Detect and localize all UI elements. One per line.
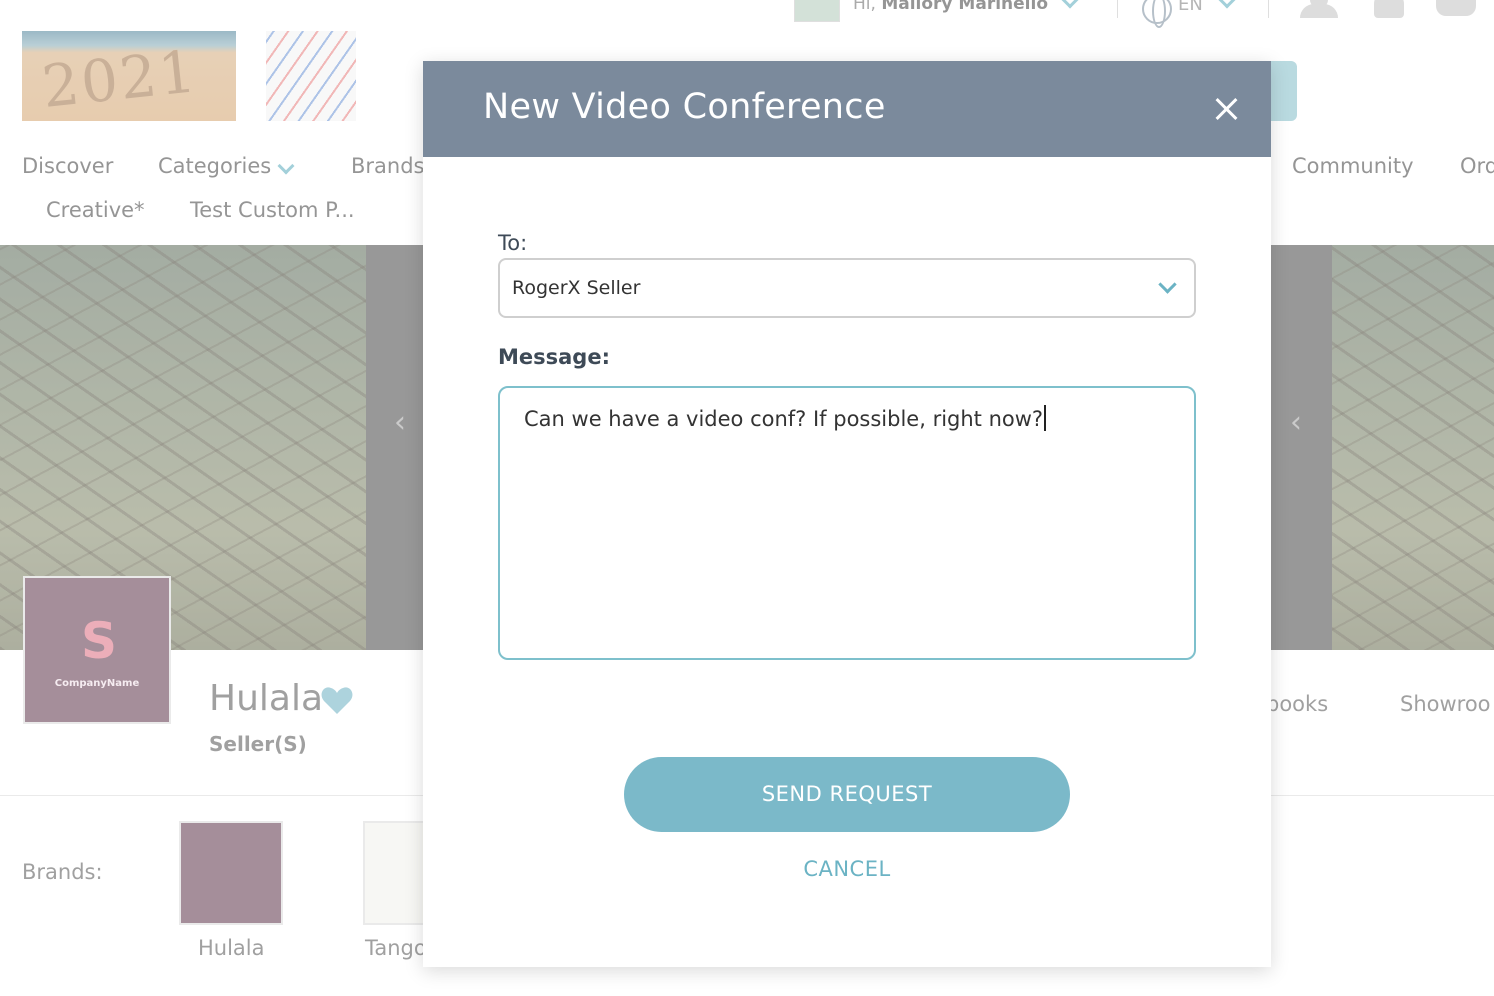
to-label: To:: [498, 231, 528, 255]
message-text: Can we have a video conf? If possible, r…: [524, 407, 1044, 431]
message-label: Message:: [498, 345, 610, 369]
close-icon[interactable]: [1211, 93, 1243, 125]
video-conference-dialog: New Video Conference To: RogerX Seller M…: [423, 61, 1271, 967]
message-textarea[interactable]: Can we have a video conf? If possible, r…: [498, 386, 1196, 660]
recipient-select[interactable]: RogerX Seller: [498, 258, 1196, 318]
chevron-down-icon: [1158, 275, 1177, 294]
text-cursor: [1044, 405, 1047, 431]
cancel-button[interactable]: CANCEL: [747, 857, 947, 887]
dialog-header: New Video Conference: [423, 61, 1271, 157]
send-request-button[interactable]: SEND REQUEST: [624, 757, 1070, 832]
dialog-title: New Video Conference: [483, 87, 886, 127]
recipient-select-value: RogerX Seller: [512, 277, 641, 299]
